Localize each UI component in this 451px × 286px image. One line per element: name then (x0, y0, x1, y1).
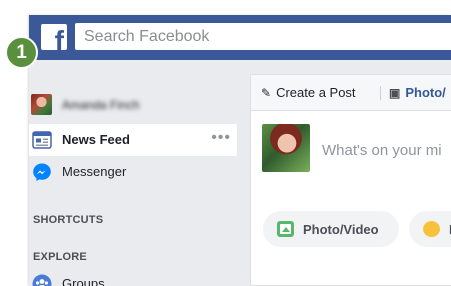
feeling-button[interactable]: F (409, 211, 451, 247)
tab-create-post[interactable]: ✎ Create a Post (261, 85, 356, 100)
search-input[interactable]: Search Facebook (75, 23, 451, 50)
search-placeholder: Search Facebook (84, 28, 210, 45)
tab-divider (380, 86, 381, 100)
post-composer: ✎ Create a Post ▣ Photo/ What's on your mi… (250, 74, 451, 286)
status-input[interactable]: What's on your mi (322, 142, 442, 159)
left-sidebar: Amanda Finch News Feed ••• Messenger SHO… (29, 60, 244, 286)
tab-photo-label: Photo/ (405, 85, 446, 100)
section-shortcuts: SHORTCUTS (33, 214, 104, 226)
news-feed-icon (32, 131, 52, 149)
step-number-badge: 1 (5, 36, 38, 69)
more-options-icon[interactable]: ••• (211, 129, 231, 147)
top-bar: f Search Facebook (29, 15, 451, 60)
photo-album-icon: ▣ (389, 86, 401, 100)
facebook-window: f Search Facebook Amanda Finch News Feed… (29, 15, 451, 286)
profile-name: Amanda Finch (62, 98, 140, 112)
photo-video-label: Photo/Video (303, 222, 379, 237)
sidebar-item-label: News Feed (62, 132, 130, 147)
groups-icon (32, 274, 52, 286)
sidebar-item-messenger[interactable]: Messenger (29, 156, 237, 188)
sidebar-item-groups[interactable]: Groups (29, 268, 237, 286)
composer-avatar (262, 124, 310, 172)
composer-tabs: ✎ Create a Post ▣ Photo/ (251, 75, 451, 111)
tab-photo[interactable]: ▣ Photo/ (389, 85, 446, 100)
photo-icon (277, 221, 294, 237)
avatar (31, 94, 52, 115)
sidebar-item-label: Groups (62, 276, 105, 286)
facebook-logo-letter: f (54, 25, 64, 51)
sidebar-item-label: Messenger (62, 164, 127, 179)
facebook-logo[interactable]: f (41, 24, 67, 50)
photo-video-button[interactable]: Photo/Video (263, 211, 399, 247)
messenger-icon (33, 163, 51, 181)
sidebar-item-news-feed[interactable]: News Feed ••• (29, 124, 237, 156)
section-explore: EXPLORE (33, 251, 87, 263)
tab-create-post-label: Create a Post (276, 85, 356, 100)
sidebar-profile[interactable]: Amanda Finch (31, 94, 231, 118)
pencil-icon: ✎ (261, 86, 272, 100)
smiley-icon (423, 221, 440, 237)
